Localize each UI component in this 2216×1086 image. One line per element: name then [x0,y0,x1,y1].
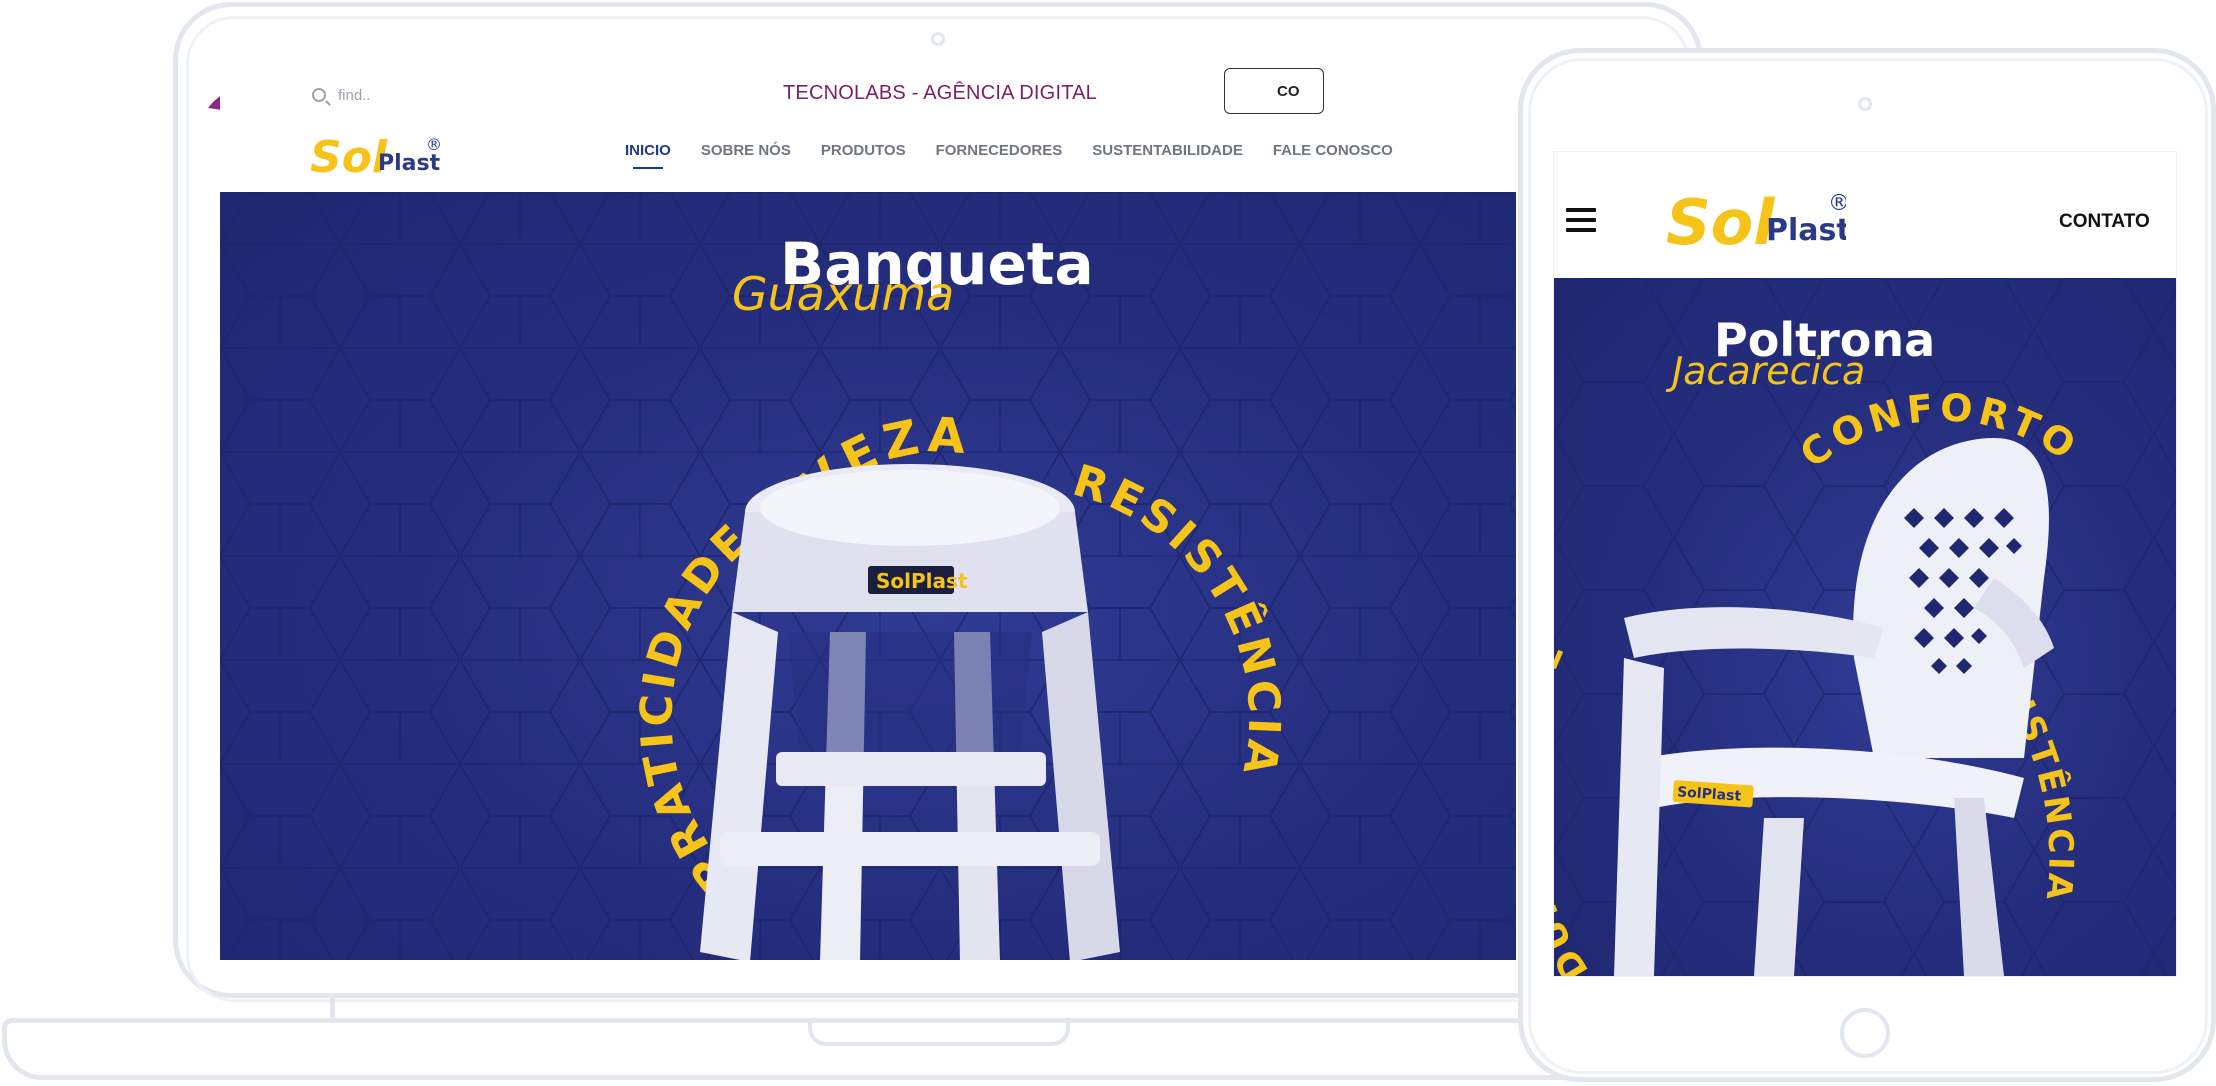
search-input[interactable]: find.. [338,87,371,104]
agency-title: TECNOLABS - AGÊNCIA DIGITAL [783,82,1097,104]
mobile-header: Sol Plast ® CONTATO [1554,152,2176,279]
logo-mark: ® [426,135,442,154]
nav-item-sobre-nos[interactable]: SOBRE NÓS [701,142,791,159]
mobile-hero-banner: Poltrona Jacarecica CONFORTO DURABILIDAD… [1554,278,2176,976]
mobile-contact-link[interactable]: CONTATO [2059,211,2150,233]
mobile-logo-sol-text: Sol [1666,186,1775,258]
laptop-notch [808,1018,1070,1046]
logo-sol-text: Sol [310,132,388,180]
mobile-screen: Sol Plast ® CONTATO Poltrona Jacarecica … [1554,152,2176,976]
mobile-solplast-logo[interactable]: Sol Plast ® [1666,180,1846,258]
nav-item-fornecedores[interactable]: FORNECEDORES [936,142,1063,159]
nav-item-sustentabilidade[interactable]: SUSTENTABILIDADE [1092,142,1243,159]
logo-plast-text: Plast [378,151,441,176]
nav-menu: INICIO SOBRE NÓS PRODUTOS FORNECEDORES S… [625,142,1423,169]
nav-item-produtos[interactable]: PRODUTOS [821,142,906,159]
nav-item-fale-conosco[interactable]: FALE CONOSCO [1273,142,1393,159]
tablet-camera [1858,97,1872,111]
hamburger-menu-icon[interactable] [1566,208,1596,232]
main-navbar: Sol Plast ® INICIO SOBRE NÓS PRODUTOS FO… [220,120,1516,192]
nav-item-inicio[interactable]: INICIO [625,142,671,169]
hero-artwork: Banqueta Guaxuma LEVEZA PRATICIDADE RESI… [220,192,1516,960]
stool-label: SolPlast [876,569,968,593]
mobile-hero-artwork: Poltrona Jacarecica CONFORTO DURABILIDAD… [1554,278,2176,976]
laptop-camera [931,32,945,46]
mobile-logo-plast-text: Plast [1766,213,1846,248]
search-icon[interactable] [312,88,326,102]
solplast-logo[interactable]: Sol Plast ® [310,126,450,180]
contact-button[interactable]: CO [1224,68,1324,114]
hero-banner: Banqueta Guaxuma LEVEZA PRATICIDADE RESI… [220,192,1516,960]
tablet-home-button [1840,1008,1890,1058]
hero-script: Guaxuma [732,267,954,321]
mobile-hero-script: Jacarecica [1665,349,1865,393]
desktop-screen: find.. TECNOLABS - AGÊNCIA DIGITAL Sol P… [220,60,1516,960]
mobile-logo-mark: ® [1828,191,1846,216]
